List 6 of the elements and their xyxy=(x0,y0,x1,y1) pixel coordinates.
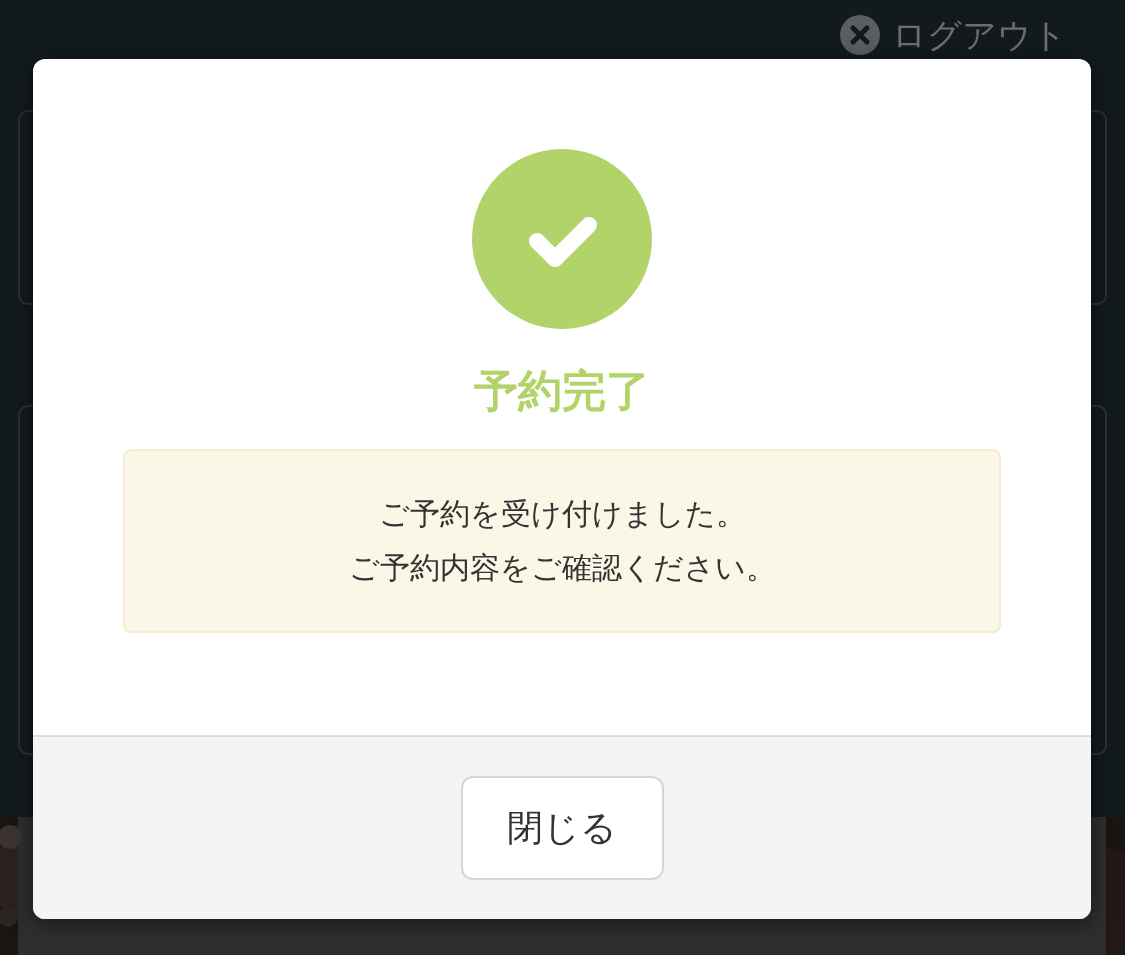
message-text: ご予約内容をご確認ください。 xyxy=(348,549,776,587)
message-text: ご予約を受け付けました。 xyxy=(378,495,746,533)
dialog-title: 予約完了 xyxy=(474,364,650,418)
close-button[interactable]: 閉じる xyxy=(460,776,664,880)
check-icon xyxy=(472,149,652,329)
close-icon xyxy=(840,15,880,55)
